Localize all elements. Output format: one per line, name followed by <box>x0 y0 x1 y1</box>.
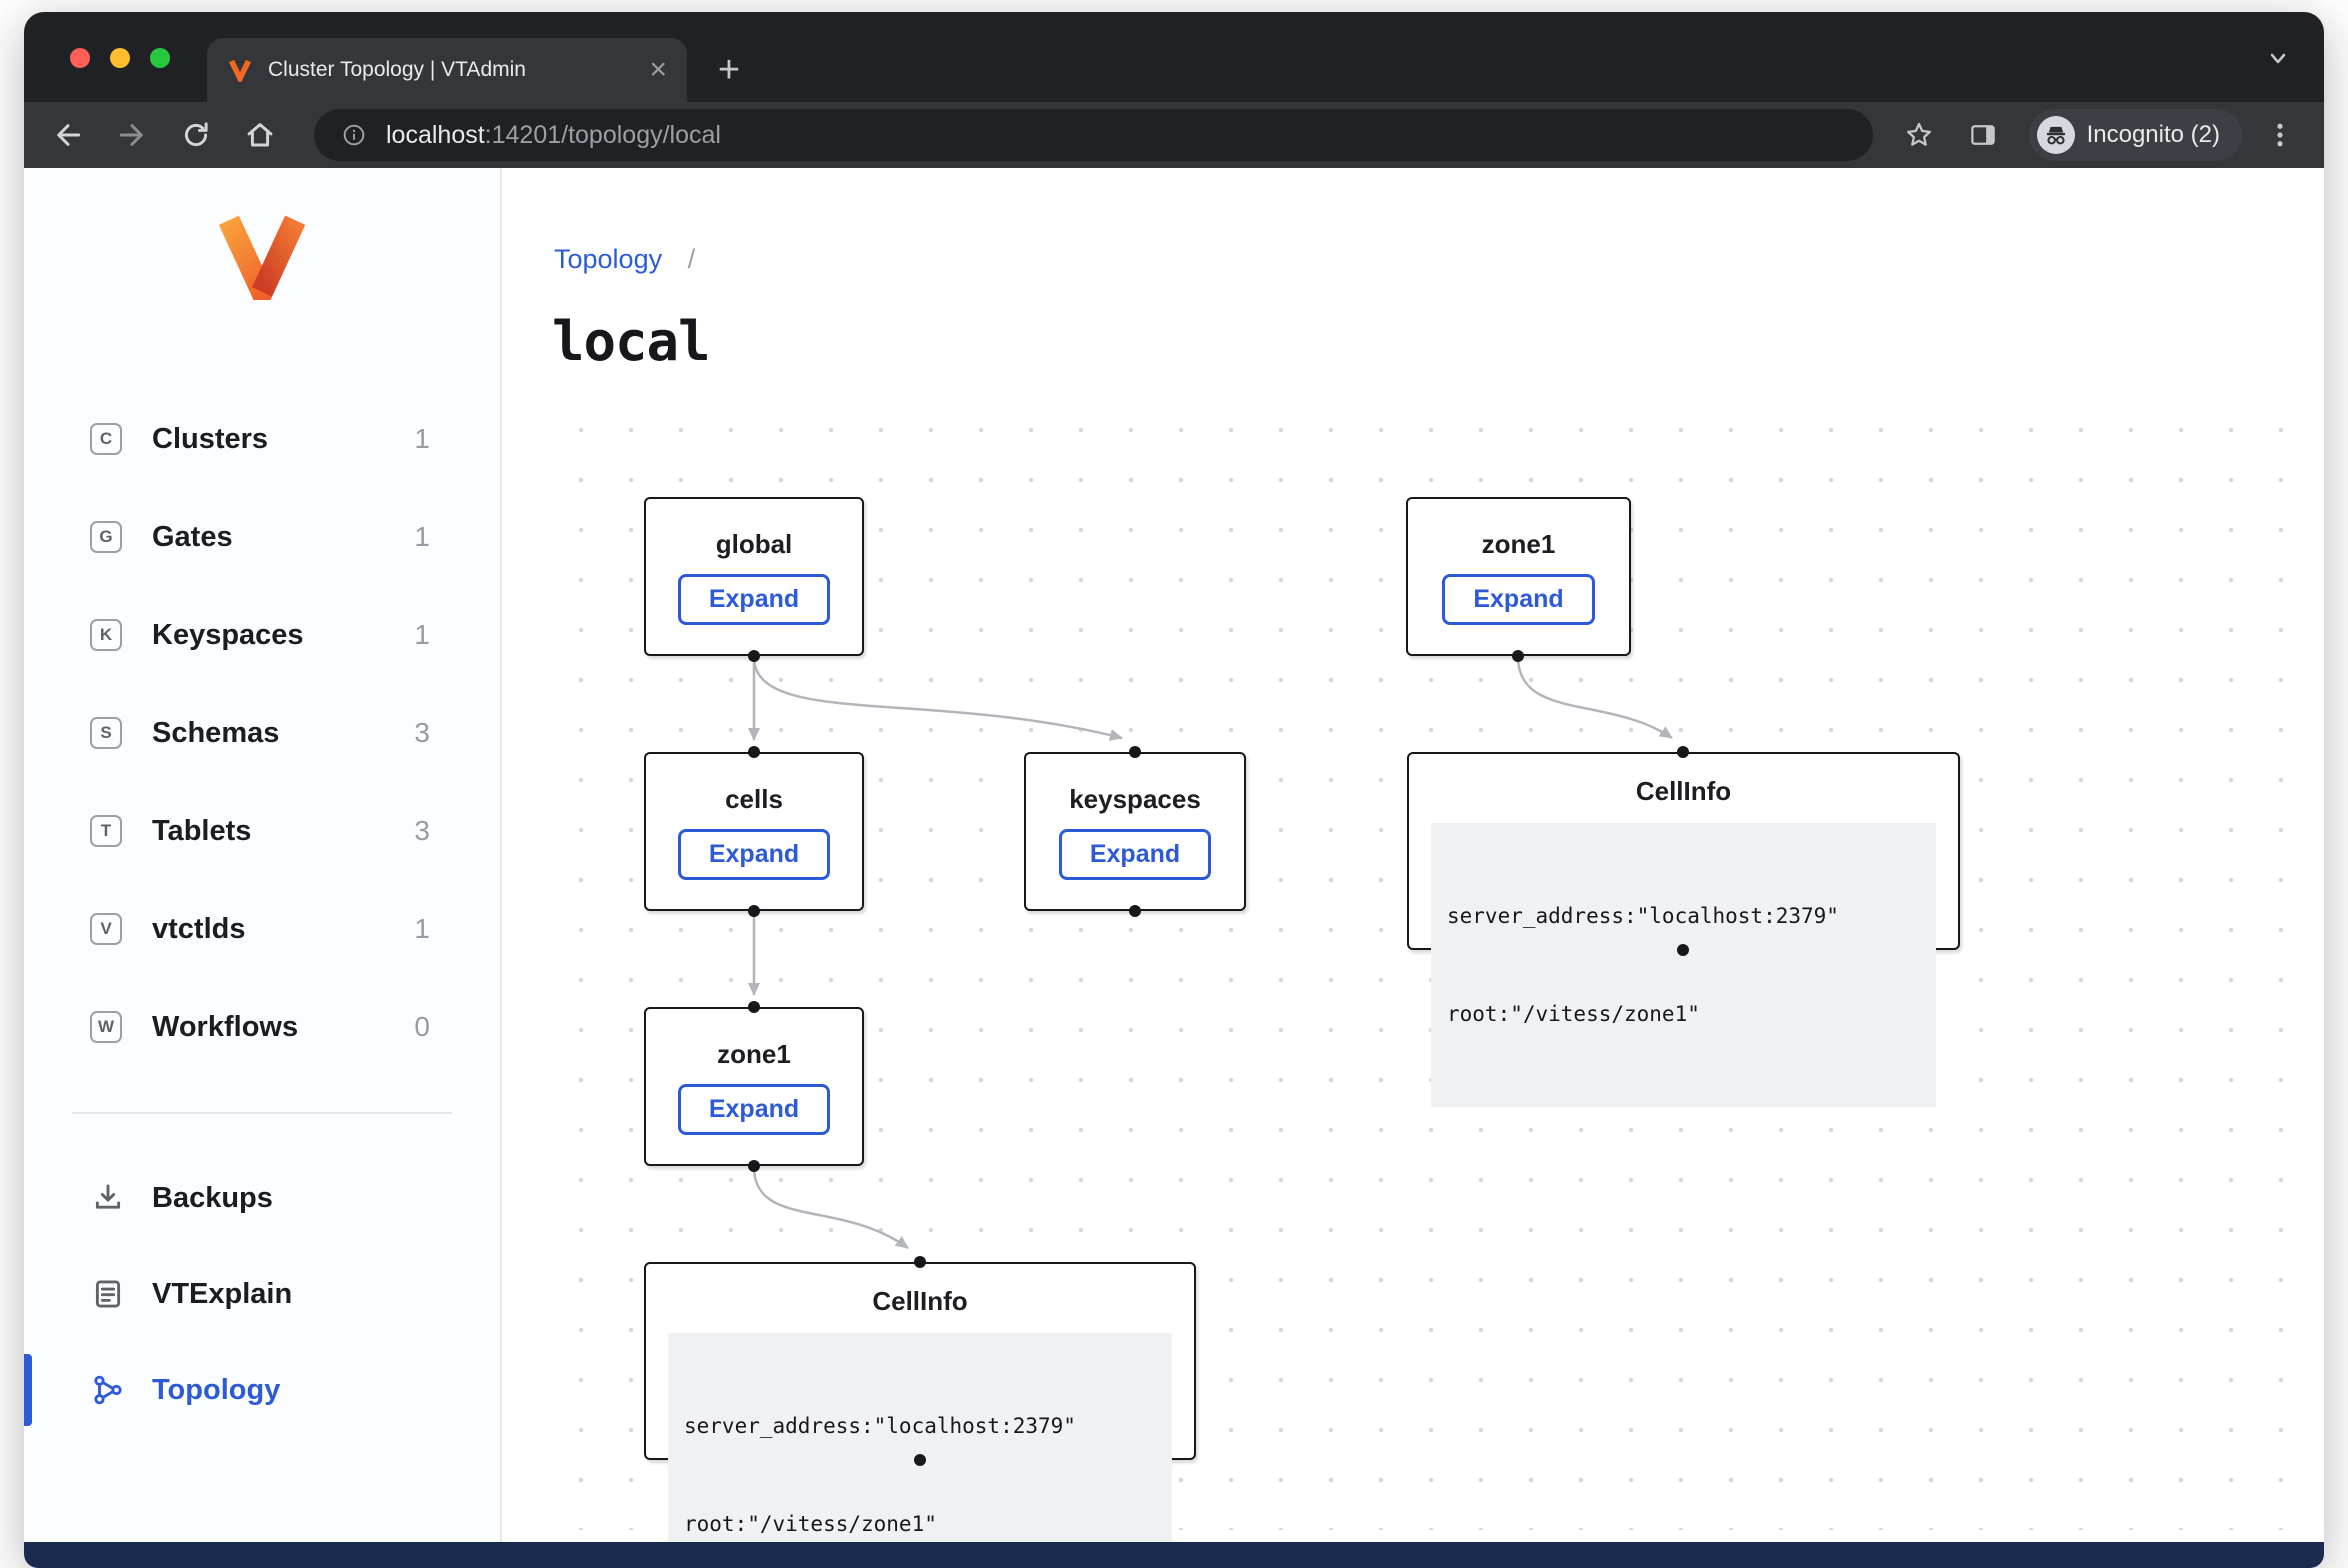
tab-strip: Cluster Topology | VTAdmin × + <box>24 12 2324 102</box>
incognito-avatar <box>2037 116 2075 154</box>
page-title: local <box>552 310 710 373</box>
topology-node-cellinfo-right: CellInfo server_address:"localhost:2379"… <box>1407 752 1960 950</box>
workflows-icon: W <box>90 1011 122 1043</box>
tablets-icon: T <box>90 815 122 847</box>
browser-menu-icon[interactable] <box>2252 107 2308 163</box>
expand-button-cells[interactable]: Expand <box>678 829 830 880</box>
clusters-icon: C <box>90 423 122 455</box>
document-icon <box>90 1276 126 1312</box>
sidebar-item-clusters[interactable]: C Clusters 1 <box>24 390 500 488</box>
sidebar-item-backups[interactable]: Backups <box>24 1150 500 1246</box>
node-title: zone1 <box>1482 529 1556 560</box>
breadcrumb: Topology / <box>554 244 695 275</box>
minimize-window-button[interactable] <box>110 48 130 68</box>
reload-button[interactable] <box>168 107 224 163</box>
breadcrumb-separator: / <box>688 244 696 274</box>
node-title: cells <box>725 784 783 815</box>
sidebar-item-schemas[interactable]: S Schemas 3 <box>24 684 500 782</box>
sidebar-item-topology[interactable]: Topology <box>24 1342 500 1438</box>
topology-node-keyspaces: keyspaces Expand <box>1024 752 1246 911</box>
node-title: CellInfo <box>872 1286 967 1317</box>
incognito-label: Incognito (2) <box>2087 121 2220 149</box>
sidebar-item-workflows[interactable]: W Workflows 0 <box>24 978 500 1076</box>
home-button[interactable] <box>232 107 288 163</box>
clusters-count: 1 <box>414 423 500 455</box>
topology-icon <box>90 1372 126 1408</box>
node-title: zone1 <box>717 1039 791 1070</box>
tablets-count: 3 <box>414 815 500 847</box>
sidebar-item-keyspaces[interactable]: K Keyspaces 1 <box>24 586 500 684</box>
side-panel-icon[interactable] <box>1955 107 2011 163</box>
sidebar: C Clusters 1 G Gates 1 K Keyspaces 1 S S… <box>24 168 502 1542</box>
sidebar-item-vtctlds[interactable]: V vtctlds 1 <box>24 880 500 978</box>
gates-count: 1 <box>414 521 500 553</box>
cellinfo-code: server_address:"localhost:2379" root:"/v… <box>1431 823 1936 1107</box>
incognito-badge[interactable]: Incognito (2) <box>2029 109 2242 161</box>
vtctlds-icon: V <box>90 913 122 945</box>
page-info-icon[interactable] <box>336 117 372 153</box>
expand-button-zone1-top[interactable]: Expand <box>1442 574 1594 625</box>
vtadmin-app: C Clusters 1 G Gates 1 K Keyspaces 1 S S… <box>24 168 2324 1542</box>
vitess-logo <box>24 214 500 300</box>
browser-window: Cluster Topology | VTAdmin × + localhost… <box>24 12 2324 1568</box>
download-icon <box>90 1180 126 1216</box>
sidebar-item-tablets[interactable]: T Tablets 3 <box>24 782 500 880</box>
topology-node-zone1-top: zone1 Expand <box>1406 497 1631 656</box>
vitess-favicon <box>227 57 253 83</box>
browser-tab[interactable]: Cluster Topology | VTAdmin × <box>207 38 687 102</box>
node-title: keyspaces <box>1069 784 1201 815</box>
schemas-count: 3 <box>414 717 500 749</box>
keyspaces-count: 1 <box>414 619 500 651</box>
sidebar-item-gates[interactable]: G Gates 1 <box>24 488 500 586</box>
window-controls <box>70 48 170 68</box>
browser-toolbar: localhost:14201/topology/local Incognito… <box>24 102 2324 168</box>
topology-node-zone1-lower: zone1 Expand <box>644 1007 864 1166</box>
gates-icon: G <box>90 521 122 553</box>
tab-search-chevron-icon[interactable] <box>2262 42 2294 74</box>
node-title: CellInfo <box>1636 776 1731 807</box>
sidebar-nav: C Clusters 1 G Gates 1 K Keyspaces 1 S S… <box>24 390 500 1076</box>
cellinfo-code: server_address:"localhost:2379" root:"/v… <box>668 1333 1172 1542</box>
sidebar-item-vtexplain[interactable]: VTExplain <box>24 1246 500 1342</box>
window-footer-bar <box>24 1542 2324 1568</box>
forward-button[interactable] <box>104 107 160 163</box>
bookmark-star-icon[interactable] <box>1891 107 1947 163</box>
tab-title: Cluster Topology | VTAdmin <box>268 58 634 82</box>
sidebar-divider <box>72 1112 452 1114</box>
workflows-count: 0 <box>414 1011 500 1043</box>
new-tab-button[interactable]: + <box>701 42 757 98</box>
close-window-button[interactable] <box>70 48 90 68</box>
topology-node-cells: cells Expand <box>644 752 864 911</box>
tab-close-icon[interactable]: × <box>649 55 667 85</box>
schemas-icon: S <box>90 717 122 749</box>
node-title: global <box>716 529 793 560</box>
url-host: localhost <box>386 121 485 149</box>
topology-page: Topology / local <box>502 168 2324 1542</box>
expand-button-zone1-lower[interactable]: Expand <box>678 1084 830 1135</box>
breadcrumb-topology-link[interactable]: Topology <box>554 244 662 274</box>
address-bar[interactable]: localhost:14201/topology/local <box>314 109 1873 161</box>
url-text: localhost:14201/topology/local <box>386 121 721 150</box>
keyspaces-icon: K <box>90 619 122 651</box>
topology-node-global: global Expand <box>644 497 864 656</box>
vtctlds-count: 1 <box>414 913 500 945</box>
topology-node-cellinfo-bottom: CellInfo server_address:"localhost:2379"… <box>644 1262 1196 1460</box>
fullscreen-window-button[interactable] <box>150 48 170 68</box>
url-path: :14201/topology/local <box>485 121 721 149</box>
expand-button-keyspaces[interactable]: Expand <box>1059 829 1211 880</box>
back-button[interactable] <box>40 107 96 163</box>
expand-button-global[interactable]: Expand <box>678 574 830 625</box>
